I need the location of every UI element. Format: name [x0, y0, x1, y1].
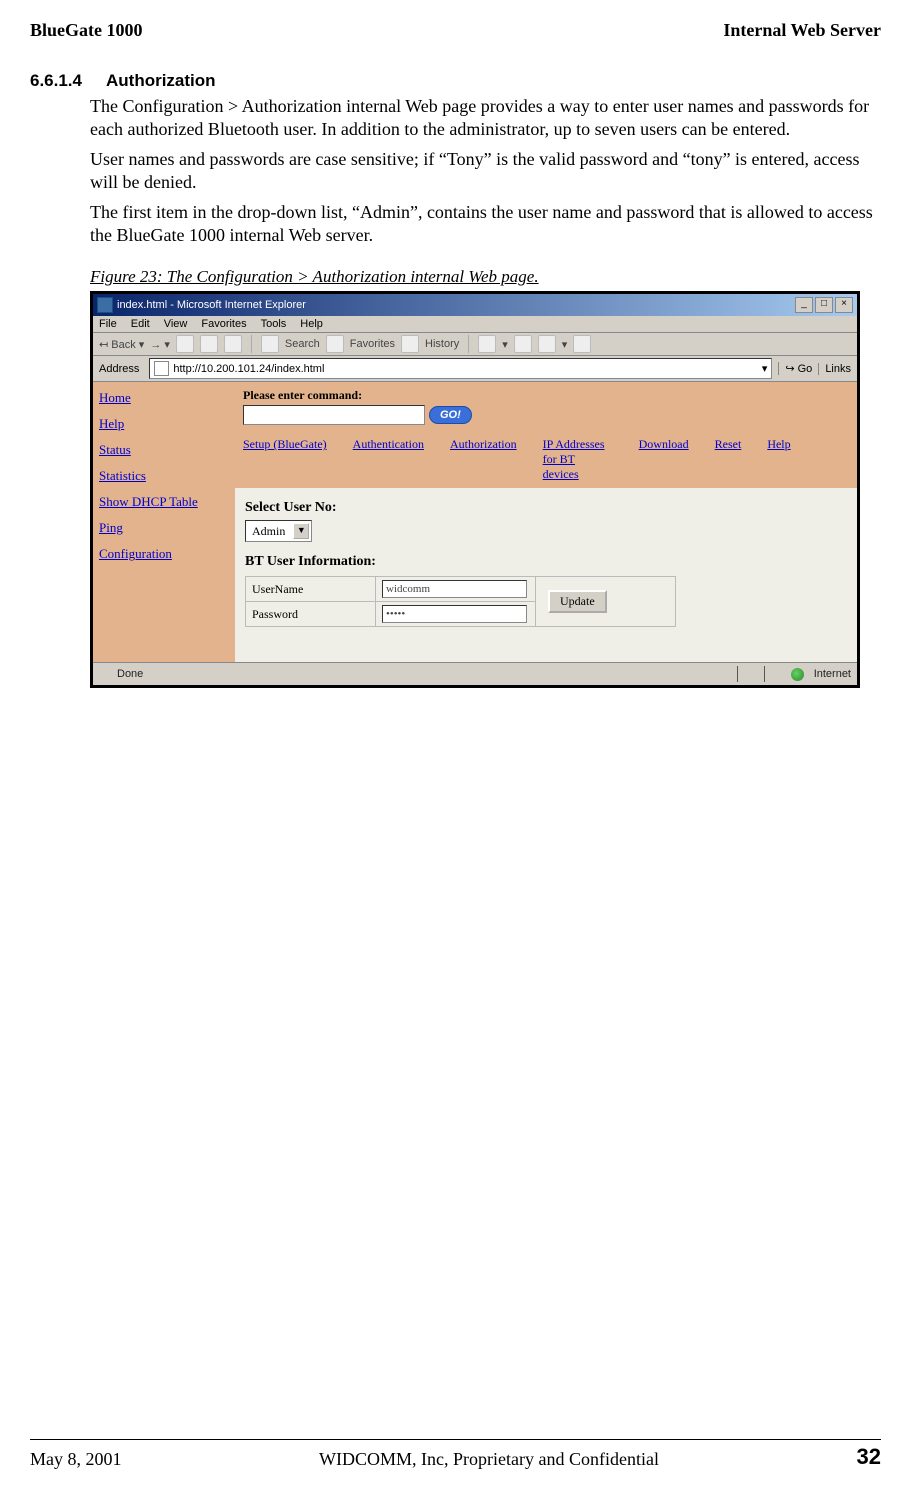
update-button[interactable]: Update	[548, 590, 607, 613]
figure-screenshot: index.html - Microsoft Internet Explorer…	[90, 291, 860, 688]
toolbar-back[interactable]: Back	[111, 339, 135, 351]
home-icon[interactable]	[224, 335, 242, 353]
minimize-button[interactable]: _	[795, 297, 813, 313]
stop-icon[interactable]	[176, 335, 194, 353]
ie-icon	[97, 297, 113, 313]
toolbar-search[interactable]: Search	[285, 338, 320, 350]
toolbar-history[interactable]: History	[425, 338, 459, 350]
menu-edit[interactable]: Edit	[131, 318, 150, 330]
close-button[interactable]: ×	[835, 297, 853, 313]
address-value: http://10.200.101.24/index.html	[173, 363, 324, 375]
address-label: Address	[99, 363, 139, 375]
link-ip-addresses[interactable]: IP Addresses for BT devices	[543, 437, 613, 482]
link-help[interactable]: Help	[767, 437, 790, 452]
page-number: 32	[857, 1444, 881, 1470]
bt-user-info-label: BT User Information:	[245, 554, 847, 570]
internet-zone-icon	[791, 668, 804, 681]
address-field[interactable]: http://10.200.101.24/index.html ▾	[149, 358, 772, 379]
go-button[interactable]: ↪ Go	[778, 362, 812, 375]
paragraph-2: User names and passwords are case sensit…	[90, 148, 881, 195]
sidebar-status[interactable]: Status	[99, 442, 229, 458]
discuss-icon[interactable]	[573, 335, 591, 353]
search-icon[interactable]	[261, 335, 279, 353]
link-authentication[interactable]: Authentication	[353, 437, 424, 452]
refresh-icon[interactable]	[200, 335, 218, 353]
history-icon[interactable]	[401, 335, 419, 353]
menu-favorites[interactable]: Favorites	[201, 318, 246, 330]
menu-tools[interactable]: Tools	[261, 318, 287, 330]
page-icon	[99, 668, 111, 680]
sidebar-dhcp[interactable]: Show DHCP Table	[99, 494, 229, 510]
section-title: Authorization	[106, 71, 216, 90]
chevron-down-icon: ▼	[293, 523, 309, 539]
sidebar-statistics[interactable]: Statistics	[99, 468, 229, 484]
section-number: 6.6.1.4	[30, 71, 82, 91]
page-icon	[154, 361, 169, 376]
link-setup[interactable]: Setup (BlueGate)	[243, 437, 327, 452]
footer-center: WIDCOMM, Inc, Proprietary and Confidenti…	[319, 1449, 659, 1470]
doc-header-right: Internal Web Server	[723, 20, 881, 41]
links-label[interactable]: Links	[818, 363, 851, 375]
favorites-icon[interactable]	[326, 335, 344, 353]
select-user-dropdown[interactable]: Admin ▼	[245, 520, 312, 542]
mail-icon[interactable]	[478, 335, 496, 353]
link-reset[interactable]: Reset	[715, 437, 742, 452]
toolbar-favorites[interactable]: Favorites	[350, 338, 395, 350]
link-authorization[interactable]: Authorization	[450, 437, 517, 452]
command-input[interactable]	[243, 405, 425, 425]
window-title: index.html - Microsoft Internet Explorer	[117, 299, 306, 311]
figure-caption: Figure 23: The Configuration > Authoriza…	[90, 267, 881, 287]
password-input[interactable]: •••••	[382, 605, 527, 623]
select-user-label: Select User No:	[245, 500, 847, 516]
sidebar-help[interactable]: Help	[99, 416, 229, 432]
sidebar-ping[interactable]: Ping	[99, 520, 229, 536]
menu-help[interactable]: Help	[300, 318, 323, 330]
toolbar-forward[interactable]: → ▾	[150, 338, 170, 351]
footer-date: May 8, 2001	[30, 1449, 122, 1470]
sidebar-home[interactable]: Home	[99, 390, 229, 406]
command-label: Please enter command:	[243, 388, 849, 403]
menu-view[interactable]: View	[164, 318, 188, 330]
sidebar-configuration[interactable]: Configuration	[99, 546, 229, 562]
username-input[interactable]: widcomm	[382, 580, 527, 598]
menu-file[interactable]: File	[99, 318, 117, 330]
status-zone: Internet	[814, 668, 851, 680]
link-download[interactable]: Download	[639, 437, 689, 452]
status-text: Done	[117, 668, 143, 680]
edit-icon[interactable]	[538, 335, 556, 353]
print-icon[interactable]	[514, 335, 532, 353]
paragraph-1: The Configuration > Authorization intern…	[90, 95, 881, 142]
doc-header-left: BlueGate 1000	[30, 20, 143, 41]
command-go-button[interactable]: GO!	[429, 406, 472, 424]
password-label: Password	[246, 602, 376, 627]
paragraph-3: The first item in the drop-down list, “A…	[90, 201, 881, 248]
maximize-button[interactable]: □	[815, 297, 833, 313]
select-user-value: Admin	[252, 524, 285, 539]
username-label: UserName	[246, 577, 376, 602]
